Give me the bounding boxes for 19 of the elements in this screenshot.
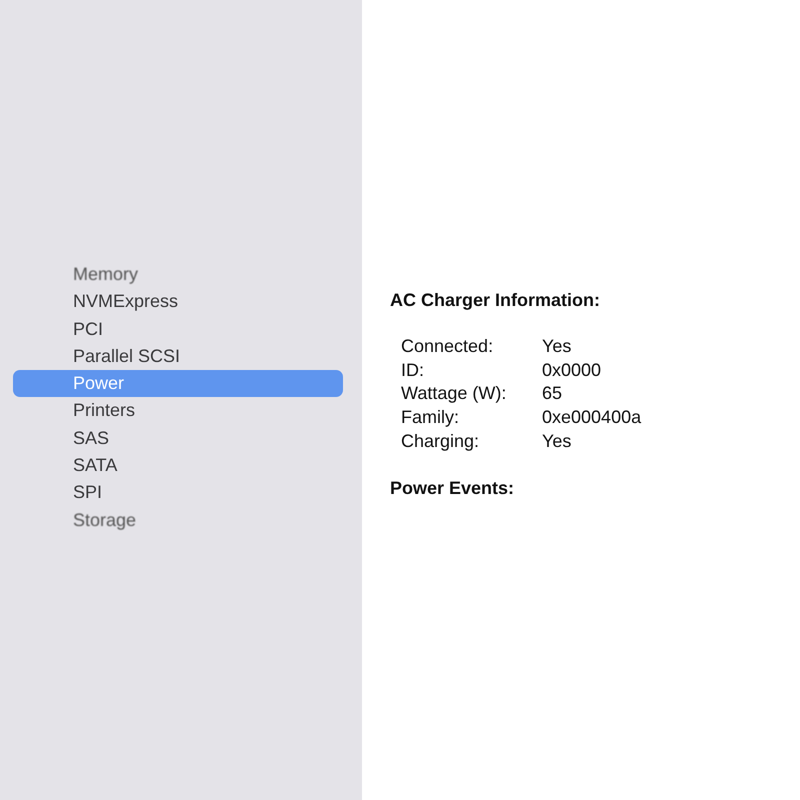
property-value: Yes	[542, 335, 572, 358]
property-value: 65	[542, 382, 564, 406]
property-label: Wattage (W):	[401, 382, 508, 406]
property-label: Connected:	[401, 335, 494, 358]
property-label: ID:	[401, 358, 426, 382]
sidebar-item[interactable]: NVMExpress	[13, 288, 343, 316]
property-label: Charging:	[401, 430, 480, 453]
sidebar-item[interactable]: PCI	[13, 316, 343, 343]
section-heading: AC Charger Information:	[390, 290, 602, 311]
sidebar-item[interactable]: Printers	[13, 397, 343, 425]
section-heading: Power Events:	[390, 478, 516, 499]
sidebar-item[interactable]: Parallel SCSI	[13, 342, 343, 370]
property-label: Family:	[401, 406, 460, 430]
sidebar-item[interactable]: SATA	[13, 452, 343, 480]
property-value: 0x0000	[542, 358, 602, 382]
sidebar-item[interactable]: SPI	[13, 479, 343, 507]
sidebar-item[interactable]: SAS	[13, 424, 343, 452]
property-value: 0xe000400a	[542, 406, 642, 430]
property-value: Yes	[542, 430, 572, 453]
